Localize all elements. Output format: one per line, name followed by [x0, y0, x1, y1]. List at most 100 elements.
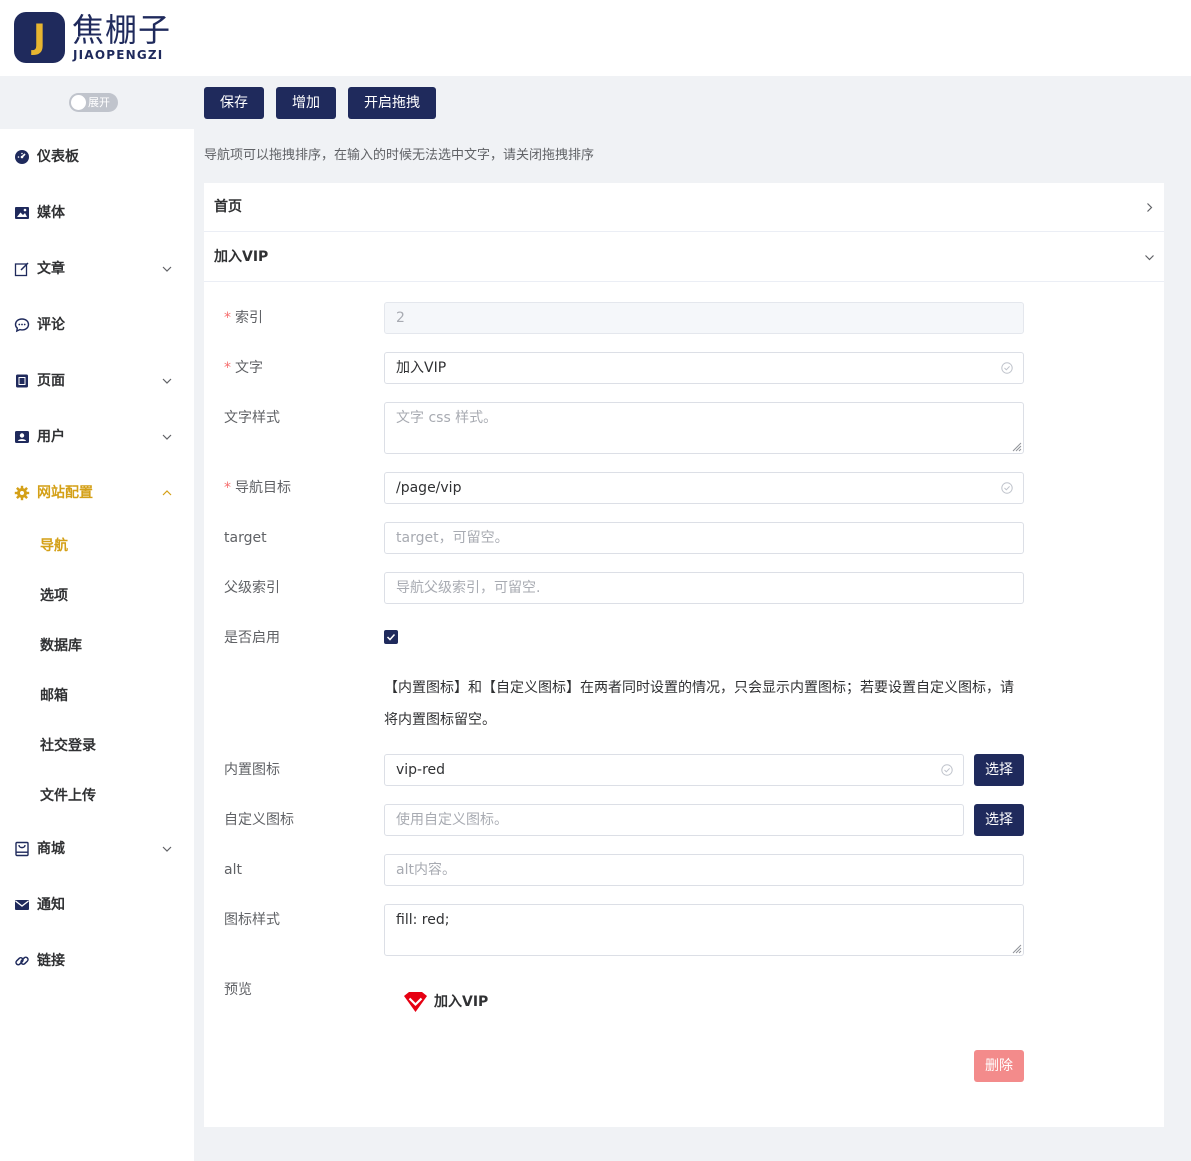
sidebar-item-label: 商城	[37, 841, 65, 857]
nav-target-value: /page/vip	[396, 480, 462, 496]
icon-style-textarea[interactable]: fill: red;	[384, 904, 1024, 956]
top-header: J 焦棚子 JIAOPENGZI	[0, 0, 1191, 76]
chevron-down-icon	[162, 378, 172, 384]
builtin-icon-label: 内置图标	[224, 762, 280, 778]
select-builtin-icon-button[interactable]: 选择	[974, 754, 1024, 786]
builtin-icon-value: vip-red	[396, 762, 446, 778]
builtin-icon-input[interactable]: vip-red	[384, 754, 964, 786]
sidebar-toggle-area: 展开	[0, 76, 194, 129]
sidebar-subitem-label: 文件上传	[40, 788, 96, 804]
text-value: 加入VIP	[396, 360, 447, 376]
drag-sort-hint: 导航项可以拖拽排序，在输入的时候无法选中文字，请关闭拖拽排序	[204, 148, 595, 163]
brand-name-en: JIAOPENGZI	[73, 48, 164, 62]
chevron-down-icon	[1145, 255, 1154, 261]
text-input[interactable]: 加入VIP	[384, 352, 1024, 384]
resize-handle-icon[interactable]	[1010, 440, 1022, 452]
sidebar-item-media[interactable]: 媒体	[0, 185, 194, 241]
alt-placeholder: alt内容。	[396, 862, 456, 878]
sidebar-subitem-label: 数据库	[40, 638, 82, 654]
circle-check-icon	[1001, 362, 1013, 374]
index-label: * 索引	[224, 310, 263, 326]
enabled-checkbox[interactable]	[384, 630, 398, 644]
sidebar-subitem-database[interactable]: 数据库	[0, 621, 194, 671]
add-button[interactable]: 增加	[276, 87, 336, 119]
link-icon	[15, 956, 29, 966]
brand-logo[interactable]: J	[14, 12, 65, 63]
parent-index-input[interactable]: 导航父级索引，可留空.	[384, 572, 1024, 604]
text-label: * 文字	[224, 360, 263, 376]
index-input[interactable]: 2	[384, 302, 1024, 334]
nav-target-label: * 导航目标	[224, 480, 291, 496]
sidebar-item-dashboard[interactable]: 仪表板	[0, 129, 194, 185]
index-value: 2	[396, 310, 405, 326]
sidebar-subitem-social-login[interactable]: 社交登录	[0, 721, 194, 771]
chevron-right-icon	[1147, 203, 1153, 212]
custom-icon-label: 自定义图标	[224, 812, 294, 828]
sidebar-subitem-options[interactable]: 选项	[0, 571, 194, 621]
chevron-up-icon	[162, 490, 172, 496]
sidebar-item-label: 文章	[37, 261, 65, 277]
text-style-label: 文字样式	[224, 410, 280, 426]
sidebar-item-links[interactable]: 链接	[0, 933, 194, 989]
chevron-down-icon	[162, 846, 172, 852]
save-button[interactable]: 保存	[204, 87, 264, 119]
sidebar-item-label: 页面	[37, 373, 65, 389]
target-label: target	[224, 530, 267, 546]
sidebar-item-label: 用户	[37, 429, 65, 445]
sidebar-item-label: 链接	[37, 953, 65, 969]
sidebar-item-label: 网站配置	[37, 485, 93, 501]
edit-icon	[14, 262, 29, 277]
sidebar-subitem-label: 导航	[40, 538, 68, 554]
vip-icon	[404, 992, 427, 1012]
delete-button[interactable]: 删除	[974, 1050, 1024, 1082]
sidebar-item-pages[interactable]: 页面	[0, 353, 194, 409]
sidebar-subitem-label: 社交登录	[40, 738, 96, 754]
gear-icon	[14, 485, 30, 501]
select-custom-icon-button[interactable]: 选择	[974, 804, 1024, 836]
collapse-title: 首页	[214, 199, 242, 215]
sidebar-item-label: 通知	[37, 897, 65, 913]
sidebar-item-label: 仪表板	[37, 149, 79, 165]
sidebar-item-users[interactable]: 用户	[0, 409, 194, 465]
sidebar-item-label: 评论	[37, 317, 65, 333]
sidebar-item-notifications[interactable]: 通知	[0, 877, 194, 933]
text-style-textarea[interactable]: 文字 css 样式。	[384, 402, 1024, 454]
dashboard-icon	[15, 150, 29, 164]
chevron-down-icon	[162, 266, 172, 272]
sidebar-item-comments[interactable]: 评论	[0, 297, 194, 353]
icon-style-value: fill: red;	[396, 912, 450, 928]
sidebar-subitem-navigation[interactable]: 导航	[0, 521, 194, 571]
custom-icon-placeholder: 使用自定义图标。	[396, 812, 508, 828]
collapse-header-home[interactable]: 首页	[204, 183, 1164, 232]
toggle-knob	[71, 95, 86, 110]
sidebar-item-label: 媒体	[37, 205, 65, 221]
sidebar-expand-toggle[interactable]: 展开	[69, 93, 118, 112]
parent-index-placeholder: 导航父级索引，可留空.	[396, 580, 541, 596]
target-placeholder: target，可留空。	[396, 530, 509, 546]
enabled-label: 是否启用	[224, 630, 280, 646]
custom-icon-input[interactable]: 使用自定义图标。	[384, 804, 964, 836]
chevron-down-icon	[162, 434, 172, 440]
sidebar-subitem-label: 邮箱	[40, 688, 68, 704]
collapse-header-vip[interactable]: 加入VIP	[204, 233, 1164, 282]
target-input[interactable]: target，可留空。	[384, 522, 1024, 554]
enable-drag-button[interactable]: 开启拖拽	[348, 87, 436, 119]
alt-input[interactable]: alt内容。	[384, 854, 1024, 886]
circle-check-icon	[1001, 482, 1013, 494]
shop-icon	[15, 841, 29, 857]
sidebar-subitem-file-upload[interactable]: 文件上传	[0, 771, 194, 821]
user-icon	[15, 431, 29, 443]
collapse-title: 加入VIP	[214, 249, 269, 265]
sidebar-subitem-mailbox[interactable]: 邮箱	[0, 671, 194, 721]
required-mark: *	[224, 360, 231, 376]
nav-target-input[interactable]: /page/vip	[384, 472, 1024, 504]
required-mark: *	[224, 310, 231, 326]
check-icon	[386, 633, 396, 641]
sidebar-item-articles[interactable]: 文章	[0, 241, 194, 297]
sidebar-item-site-config[interactable]: 网站配置	[0, 465, 194, 521]
parent-index-label: 父级索引	[224, 580, 280, 596]
mail-icon	[15, 900, 29, 910]
nav-items-panel: 首页 加入VIP * 索引 2 * 文字 加入VIP 文字样式 文字 css 样式。…	[204, 183, 1164, 1127]
sidebar-item-shop[interactable]: 商城	[0, 821, 194, 877]
resize-handle-icon[interactable]	[1010, 942, 1022, 954]
